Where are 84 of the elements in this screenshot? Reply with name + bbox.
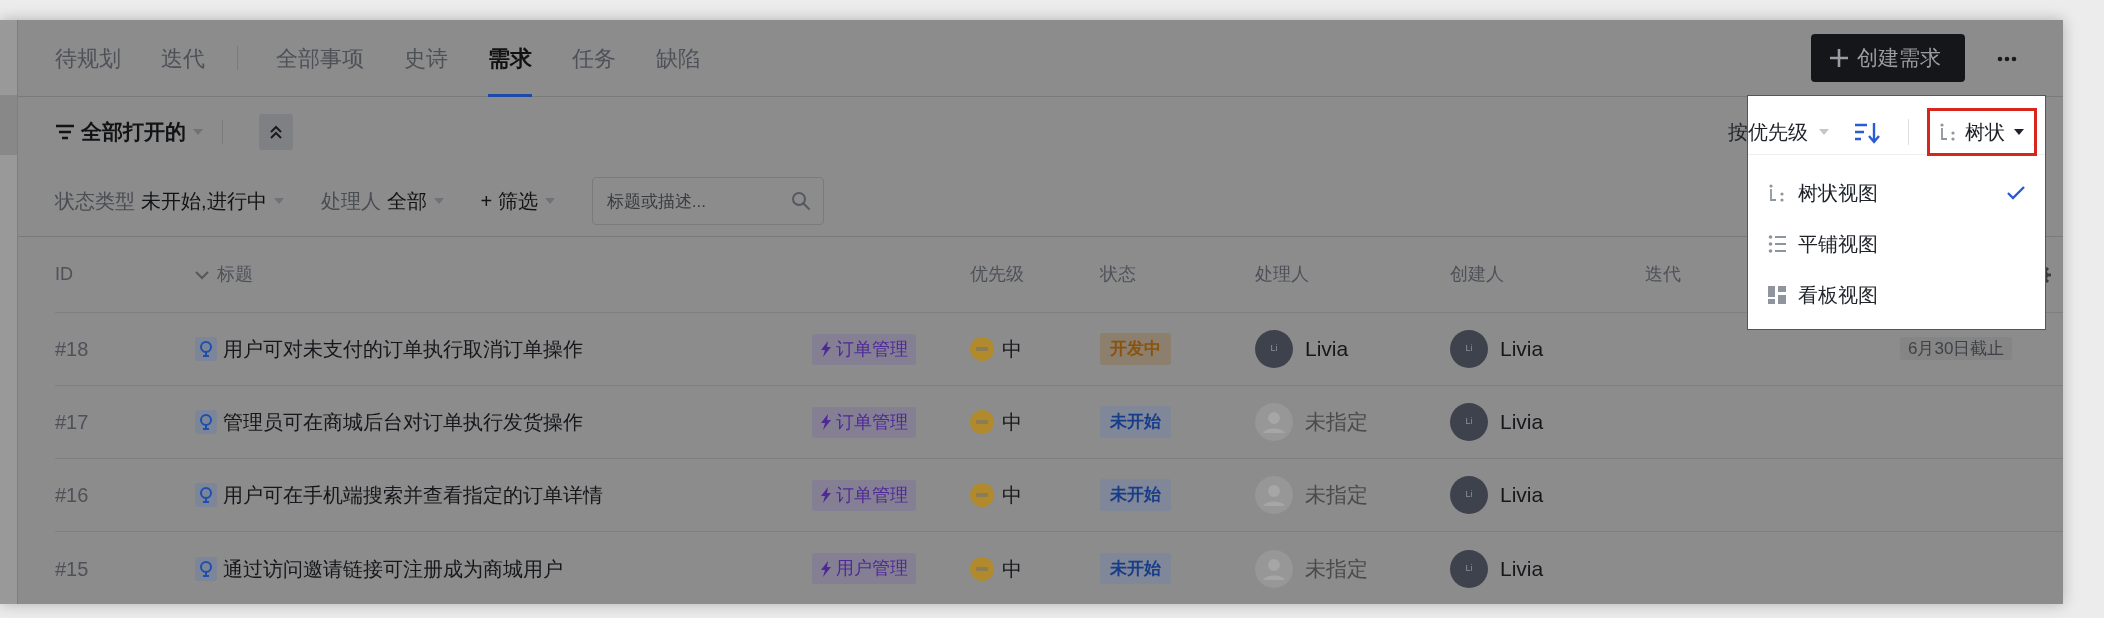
issue-title[interactable]: 用户可在手机端搜索并查看指定的订单详情	[223, 480, 603, 510]
priority-icon	[970, 410, 994, 434]
search-field[interactable]: 标题或描述...	[604, 187, 791, 215]
column-header: ID	[55, 264, 73, 284]
avatar: Li	[1450, 403, 1488, 441]
creator-name: Livia	[1500, 409, 1544, 436]
assignee-name: 未指定	[1305, 409, 1368, 436]
column-header: 状态	[1100, 264, 1136, 284]
priority-label: 中	[1002, 483, 1022, 508]
lightning-icon	[820, 341, 832, 357]
priority-icon	[970, 337, 994, 361]
filter-icon	[55, 123, 75, 140]
tree-icon	[1768, 182, 1786, 203]
list-icon	[1768, 233, 1786, 254]
avatar-placeholder-icon	[1255, 549, 1293, 588]
caret-icon	[1818, 127, 1830, 136]
table-cell-text: #18	[55, 337, 90, 362]
due-date: 6月30日截止	[1900, 337, 2013, 361]
bulb-icon	[195, 410, 217, 434]
column-header: 创建人	[1450, 264, 1504, 284]
tag: 用户管理	[812, 553, 916, 584]
priority-label: 中	[1002, 410, 1022, 435]
column-header: 迭代	[1645, 264, 1681, 284]
tag: 订单管理	[812, 479, 916, 511]
avatar: Li	[1450, 549, 1488, 588]
issue-title[interactable]: 用户可对未支付的订单执行取消订单操作	[223, 334, 583, 364]
assignee-name: 未指定	[1305, 555, 1368, 582]
menu-item[interactable]: 看板视图	[1748, 269, 2045, 320]
tag: 订单管理	[812, 333, 916, 365]
column-header: 标题	[217, 264, 253, 284]
sort-dropdown[interactable]: 按优先级	[1728, 116, 1830, 147]
create-button[interactable]: 创建需求	[1811, 34, 1965, 82]
avatar: Li	[1255, 330, 1293, 368]
collapse-button[interactable]	[259, 113, 293, 150]
lightning-icon	[820, 414, 832, 430]
status-tag: 开发中	[1100, 333, 1171, 365]
issue-title[interactable]: 管理员可在商城后台对订单执行发货操作	[223, 407, 583, 437]
column-header: 优先级	[970, 264, 1024, 284]
bulb-icon	[195, 556, 217, 581]
creator-name: Livia	[1500, 336, 1544, 363]
avatar: Li	[1450, 476, 1488, 514]
table-cell-text: #17	[55, 410, 90, 435]
board-icon	[1768, 285, 1786, 304]
status-tag: 未开始	[1100, 406, 1171, 438]
creator-name: Livia	[1500, 482, 1544, 509]
priority-icon	[970, 483, 994, 507]
menu-item[interactable]: 平铺视图	[1748, 218, 2045, 269]
more-icon[interactable]	[1997, 55, 2017, 62]
caret-icon	[2013, 127, 2025, 136]
search-box[interactable]: 标题或描述...	[591, 177, 824, 226]
view-toggle[interactable]: 树状	[1927, 107, 2037, 156]
caret-icon	[432, 197, 445, 206]
avatar-placeholder-icon	[1255, 403, 1293, 441]
creator-name: Livia	[1500, 555, 1544, 582]
tab[interactable]: 需求	[488, 19, 532, 97]
priority-label: 中	[1002, 337, 1022, 362]
caret-icon	[192, 127, 204, 136]
priority-label: 中	[1002, 556, 1022, 582]
caret-icon	[543, 197, 556, 206]
issue-title[interactable]: 通过访问邀请链接可注册成为商城用户	[223, 553, 563, 584]
table-cell-text: #15	[55, 556, 90, 582]
lightning-icon	[820, 560, 832, 577]
table-cell-text: #16	[55, 483, 90, 508]
bulb-icon	[195, 337, 217, 361]
assignee-name: 未指定	[1305, 482, 1368, 509]
priority-icon	[970, 556, 994, 581]
assignee-name: Livia	[1305, 336, 1349, 363]
filter-dropdown[interactable]: + 筛选	[480, 186, 556, 217]
avatar-placeholder-icon	[1255, 476, 1293, 514]
plus-icon	[1829, 48, 1849, 68]
column-header: 处理人	[1255, 264, 1309, 284]
avatar: Li	[1450, 330, 1488, 368]
bulb-icon	[195, 483, 217, 507]
saved-view-dropdown[interactable]: 全部打开的	[55, 116, 204, 148]
filter-dropdown[interactable]: 状态类型 未开始,进行中	[55, 186, 285, 217]
filter-dropdown[interactable]: 处理人 全部	[320, 186, 445, 217]
status-tag: 未开始	[1100, 552, 1171, 585]
lightning-icon	[820, 487, 832, 503]
double-chevron-icon	[269, 124, 283, 139]
sort-icon[interactable]	[1854, 121, 1880, 144]
status-tag: 未开始	[1100, 479, 1171, 511]
menu-item[interactable]: 树状视图	[1748, 167, 2045, 218]
tag: 订单管理	[812, 406, 916, 438]
caret-icon	[272, 197, 285, 206]
